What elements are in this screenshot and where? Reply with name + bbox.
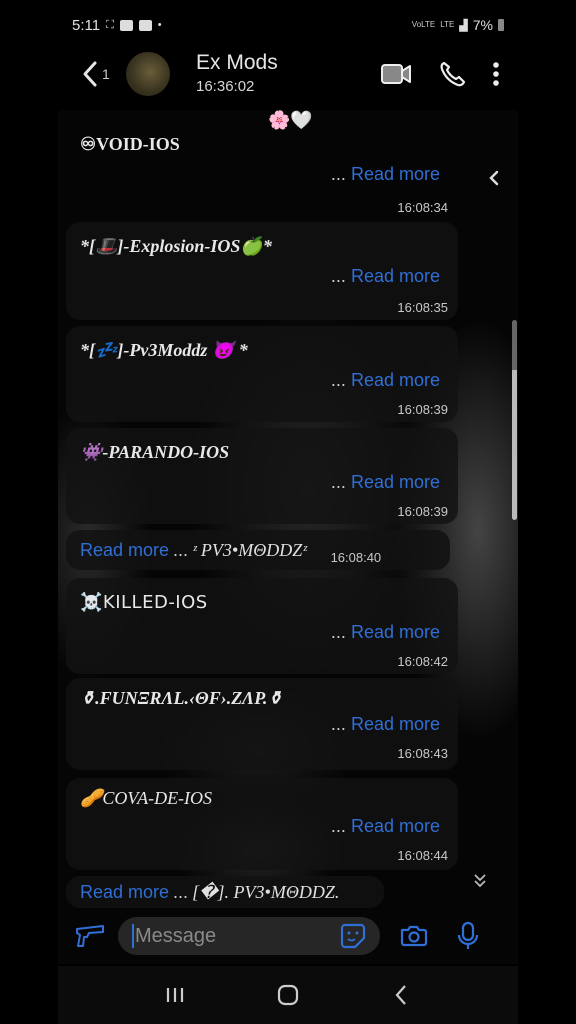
notification-dot-icon: •	[157, 19, 162, 31]
message-bubble-short[interactable]: Read more ... [�]. PV3•MΘDDZ.	[66, 876, 384, 908]
ellipsis: ...	[330, 816, 346, 836]
message-title: *[💤]-Pv3Moddz 😈 *	[80, 340, 248, 360]
ellipsis: ...	[173, 881, 189, 902]
screenshot-icon: ⛶	[106, 18, 114, 31]
sticker-button[interactable]	[340, 923, 366, 949]
ellipsis: ...	[330, 622, 346, 642]
message-time: 16:08:39	[397, 504, 448, 519]
message-bubble[interactable]: *[🎩]-Explosion-IOS🍏* ... Read more 16:08…	[66, 222, 458, 320]
youtube-icon	[119, 19, 133, 31]
message-time: 16:08:34	[397, 200, 448, 215]
back-arrow-icon	[395, 985, 407, 1005]
chevron-left-icon	[83, 61, 97, 87]
volte-icon: VoLTE	[411, 20, 436, 29]
contact-info[interactable]: Ex Mods 16:36:02	[196, 51, 278, 97]
message-bubble[interactable]: 👾-PARANDO-IOS ... Read more 16:08:39	[66, 428, 458, 524]
read-more-link[interactable]: Read more	[80, 540, 169, 561]
read-more-link[interactable]: Read more	[351, 370, 440, 390]
chevron-left-icon	[489, 170, 499, 186]
kebab-menu-icon	[493, 62, 499, 86]
message-input-wrapper[interactable]	[118, 917, 380, 955]
message-bubble[interactable]: ☠️KILLED-IOS ... Read more 16:08:42	[66, 578, 458, 674]
sticker-icon	[340, 923, 366, 949]
message-bubble[interactable]: ♾VOID-IOS ... Read more 16:08:34	[66, 128, 458, 218]
read-more-link[interactable]: Read more	[351, 164, 440, 184]
message-time: 16:08:44	[397, 848, 448, 863]
message-title: ♾VOID-IOS	[80, 134, 180, 154]
message-bubble-short[interactable]: Read more ... ᶻ PV3•MΘDDZᶻ 16:08:40	[66, 530, 450, 570]
battery-icon	[498, 19, 504, 31]
ellipsis: ...	[330, 164, 346, 184]
camera-button[interactable]	[398, 920, 430, 952]
read-more-link[interactable]: Read more	[351, 714, 440, 734]
ellipsis: ...	[330, 472, 346, 492]
last-seen: 16:36:02	[196, 78, 255, 95]
home-icon	[277, 984, 299, 1006]
camera-icon	[400, 925, 428, 947]
battery-percent: 7%	[472, 17, 493, 33]
nav-back-button[interactable]	[381, 975, 421, 1015]
scrollbar[interactable]	[512, 320, 517, 520]
recent-apps-icon	[166, 988, 183, 1002]
gun-icon	[76, 925, 104, 947]
message-input[interactable]	[135, 924, 335, 948]
contact-name: Ex Mods	[196, 51, 278, 74]
read-more-link[interactable]: Read more	[351, 816, 440, 836]
side-panel-toggle[interactable]	[486, 166, 502, 190]
system-nav-bar	[58, 966, 518, 1024]
message-time: 16:08:35	[397, 300, 448, 315]
message-bubble[interactable]: 🥜COVA-DE-IOS ... Read more 16:08:44	[66, 778, 458, 870]
lte-icon: LTE	[440, 20, 455, 29]
ellipsis: ...	[330, 266, 346, 286]
message-time: 16:08:43	[397, 746, 448, 761]
message-time: 16:08:39	[397, 402, 448, 417]
message-composer	[58, 908, 518, 964]
message-bubble[interactable]: ⚱.FUNΞRΛL.‹ΘF›.ZΛP.⚱ ... Read more 16:08…	[66, 678, 458, 770]
read-more-link[interactable]: Read more	[80, 882, 169, 903]
read-more-link[interactable]: Read more	[351, 266, 440, 286]
message-time: 16:08:40	[330, 549, 382, 565]
message-title: ☠️KILLED-IOS	[80, 592, 208, 613]
ellipsis: ...	[330, 370, 346, 390]
ellipsis: ...	[173, 539, 189, 560]
message-signature: [�]. PV3•MΘDDZ.	[192, 881, 340, 902]
text-caret	[132, 924, 134, 948]
message-bubble[interactable]: *[💤]-Pv3Moddz 😈 * ... Read more 16:08:39	[66, 326, 458, 422]
read-more-link[interactable]: Read more	[351, 472, 440, 492]
message-time: 16:08:42	[397, 654, 448, 669]
message-title: 👾-PARANDO-IOS	[80, 442, 230, 462]
microphone-icon	[457, 921, 479, 949]
recent-apps-button[interactable]	[155, 975, 195, 1015]
unread-count: 1	[102, 66, 110, 82]
contact-avatar[interactable]	[126, 52, 170, 96]
chat-screen: 5:11 ⛶ • VoLTE LTE ▟ 7% 1 Ex Mods 16:36:…	[58, 0, 518, 1024]
more-options-button[interactable]	[492, 61, 500, 87]
video-camera-icon	[381, 64, 411, 84]
read-more-link[interactable]: Read more	[351, 622, 440, 642]
message-title: 🥜COVA-DE-IOS	[80, 788, 213, 808]
voice-call-button[interactable]	[438, 60, 466, 88]
home-button[interactable]	[268, 975, 308, 1015]
attach-button[interactable]	[70, 916, 110, 956]
status-bar: 5:11 ⛶ • VoLTE LTE ▟ 7%	[58, 10, 518, 40]
ellipsis: ...	[330, 714, 346, 734]
gallery-icon	[138, 19, 152, 31]
status-time: 5:11	[72, 16, 101, 34]
chat-header: 1 Ex Mods 16:36:02	[58, 44, 518, 104]
voice-message-button[interactable]	[452, 920, 484, 952]
signal-icon: ▟	[459, 19, 468, 32]
message-title: ⚱.FUNΞRΛL.‹ΘF›.ZΛP.⚱	[80, 688, 283, 708]
scroll-to-bottom-button[interactable]	[472, 872, 488, 893]
phone-icon	[440, 61, 466, 87]
double-chevron-down-icon	[474, 874, 486, 888]
message-title: *[🎩]-Explosion-IOS🍏*	[80, 236, 272, 256]
video-call-button[interactable]	[380, 63, 412, 85]
message-signature: ᶻ PV3•MΘDDZᶻ	[192, 539, 307, 560]
